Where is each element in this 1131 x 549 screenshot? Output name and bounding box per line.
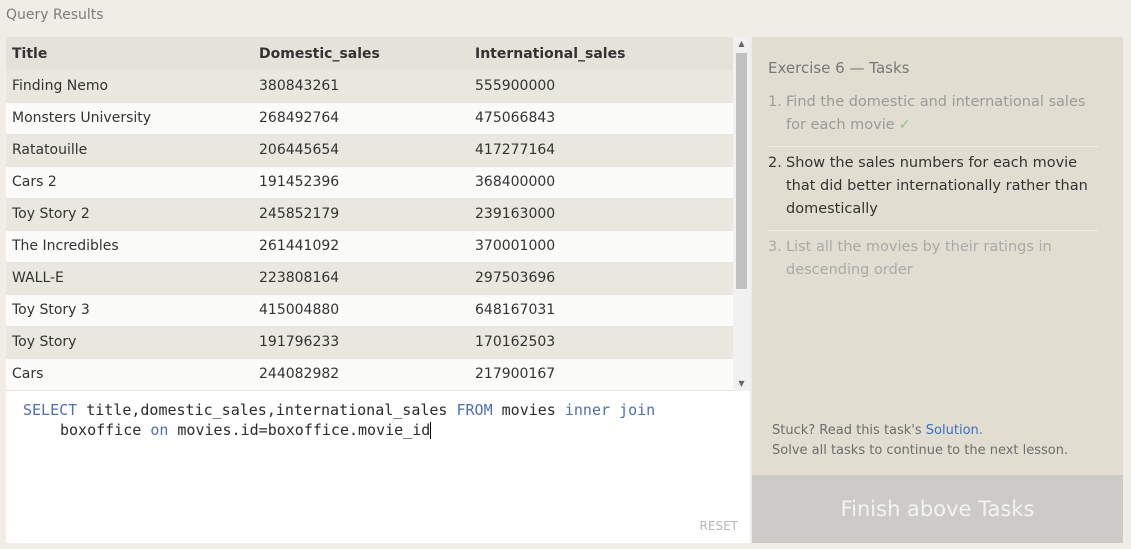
tasks-panel: Exercise 6 — Tasks 1. Find the domestic a…: [752, 37, 1123, 475]
cell-international-sales: 368400000: [469, 166, 733, 199]
cell-title: Toy Story 3: [6, 294, 253, 327]
scroll-down-arrow-icon[interactable]: ▼: [733, 377, 750, 391]
help-line-2: Solve all tasks to continue to the next …: [772, 443, 1069, 458]
sql-keyword: SELECT: [23, 401, 78, 419]
cell-international-sales: 648167031: [469, 294, 733, 327]
task-description: Show the sales numbers for each movie th…: [786, 155, 1088, 217]
task-item: 3. List all the movies by their ratings i…: [768, 230, 1098, 288]
help-suffix: .: [978, 423, 983, 438]
sql-keyword: FROM: [456, 401, 493, 419]
table-row: Cars 244082982 217900167: [6, 358, 733, 391]
cell-title: Cars: [6, 358, 253, 391]
cell-international-sales: 217900167: [469, 358, 733, 391]
sql-editor-line-1[interactable]: SELECT title,domestic_sales,internationa…: [23, 401, 655, 419]
table-row: Toy Story 191796233 170162503: [6, 326, 733, 359]
scroll-up-arrow-icon[interactable]: ▲: [733, 37, 750, 51]
task-description: List all the movies by their ratings in …: [786, 239, 1052, 278]
column-header-domestic-sales: Domestic_sales: [253, 37, 469, 70]
finish-tasks-button[interactable]: Finish above Tasks: [752, 475, 1123, 543]
scroll-thumb[interactable]: [736, 53, 747, 289]
sql-keyword: on: [150, 421, 169, 439]
results-table-container[interactable]: Title Domestic_sales International_sales…: [6, 37, 750, 391]
task-text: Find the domestic and international sale…: [786, 91, 1098, 137]
cell-international-sales: 370001000: [469, 230, 733, 263]
cell-international-sales: 555900000: [469, 70, 733, 103]
query-results-title: Query Results: [6, 7, 104, 23]
task-item: 1. Find the domestic and international sa…: [768, 91, 1098, 143]
table-row: Finding Nemo 380843261 555900000: [6, 70, 733, 103]
cell-international-sales: 417277164: [469, 134, 733, 167]
cell-domestic-sales: 245852179: [253, 198, 469, 231]
help-text: Stuck? Read this task's Solution. Solve …: [772, 421, 1068, 461]
task-number: 3.: [768, 239, 782, 255]
cell-international-sales: 297503696: [469, 262, 733, 295]
table-row: WALL-E 223808164 297503696: [6, 262, 733, 295]
cell-title: The Incredibles: [6, 230, 253, 263]
cell-domestic-sales: 380843261: [253, 70, 469, 103]
table-row: The Incredibles 261441092 370001000: [6, 230, 733, 263]
checkmark-icon: ✓: [898, 117, 911, 133]
sql-editor[interactable]: SELECT title,domestic_sales,internationa…: [6, 391, 750, 543]
sql-token: movies.id=boxoffice.movie_id: [168, 421, 431, 439]
table-row: Toy Story 2 245852179 239163000: [6, 198, 733, 231]
solution-link[interactable]: Solution: [926, 423, 979, 438]
cell-domestic-sales: 261441092: [253, 230, 469, 263]
cell-domestic-sales: 191452396: [253, 166, 469, 199]
table-row: Cars 2 191452396 368400000: [6, 166, 733, 199]
cell-domestic-sales: 244082982: [253, 358, 469, 391]
cell-title: Cars 2: [6, 166, 253, 199]
task-list: 1. Find the domestic and international sa…: [768, 91, 1098, 291]
results-table: Title Domestic_sales International_sales…: [6, 37, 733, 391]
results-scrollbar[interactable]: ▲ ▼: [733, 37, 750, 391]
cell-title: Monsters University: [6, 102, 253, 135]
cell-title: Ratatouille: [6, 134, 253, 167]
column-header-international-sales: International_sales: [469, 37, 733, 70]
reset-button[interactable]: RESET: [700, 519, 738, 533]
cell-domestic-sales: 191796233: [253, 326, 469, 359]
task-text: List all the movies by their ratings in …: [786, 236, 1098, 282]
cell-domestic-sales: 415004880: [253, 294, 469, 327]
task-item: 2. Show the sales numbers for each movie …: [768, 146, 1098, 227]
sql-editor-line-2[interactable]: boxoffice on movies.id=boxoffice.movie_i…: [60, 421, 432, 439]
cell-domestic-sales: 223808164: [253, 262, 469, 295]
sql-token: movies: [492, 401, 565, 419]
task-number: 1.: [768, 94, 782, 110]
table-row: Toy Story 3 415004880 648167031: [6, 294, 733, 327]
cell-title: Toy Story 2: [6, 198, 253, 231]
cell-international-sales: 239163000: [469, 198, 733, 231]
cell-title: WALL-E: [6, 262, 253, 295]
task-description: Find the domestic and international sale…: [786, 94, 1086, 133]
table-row: Monsters University 268492764 475066843: [6, 102, 733, 135]
column-header-title: Title: [6, 37, 253, 70]
sql-token: boxoffice: [60, 421, 151, 439]
help-prefix: Stuck? Read this task's: [772, 423, 926, 438]
text-cursor: [430, 422, 432, 439]
task-number: 2.: [768, 155, 782, 171]
cell-international-sales: 475066843: [469, 102, 733, 135]
cell-title: Toy Story: [6, 326, 253, 359]
table-body: Finding Nemo 380843261 555900000 Monsters U…: [6, 70, 733, 391]
cell-domestic-sales: 206445654: [253, 134, 469, 167]
cell-title: Finding Nemo: [6, 70, 253, 103]
cell-domestic-sales: 268492764: [253, 102, 469, 135]
sql-token: title,domestic_sales,international_sales: [77, 401, 457, 419]
cell-international-sales: 170162503: [469, 326, 733, 359]
sql-keyword: inner join: [564, 401, 656, 419]
table-header-row: Title Domestic_sales International_sales: [6, 37, 733, 70]
exercise-title: Exercise 6 — Tasks: [768, 59, 910, 77]
task-text: Show the sales numbers for each movie th…: [786, 152, 1098, 221]
table-row: Ratatouille 206445654 417277164: [6, 134, 733, 167]
